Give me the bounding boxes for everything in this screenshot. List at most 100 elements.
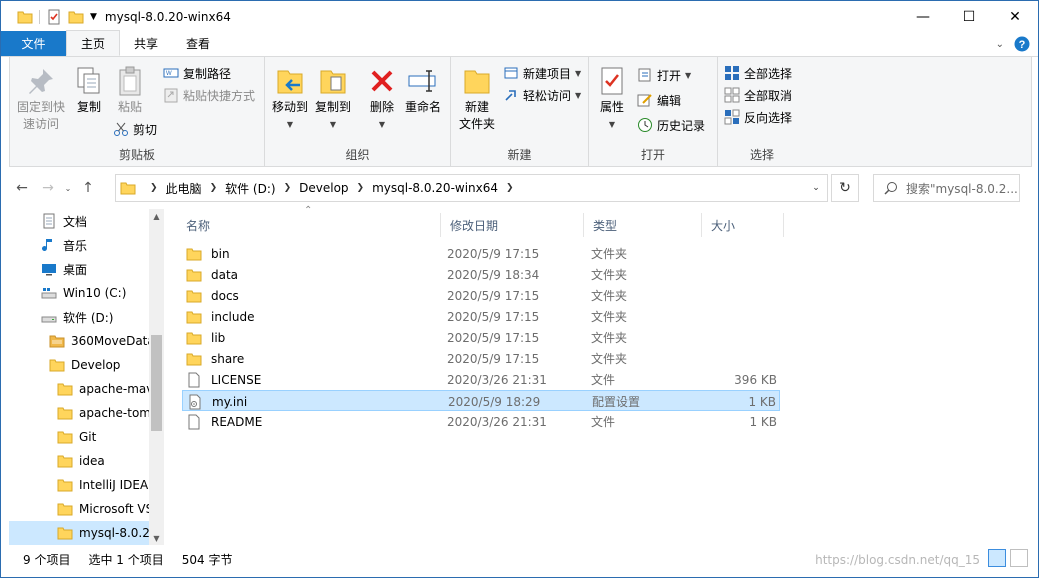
- file-row[interactable]: data 2020/5/9 18:34 文件夹: [182, 264, 780, 285]
- nav-item-drive-d[interactable]: 软件 (D:): [9, 305, 149, 329]
- move-to-button[interactable]: 移动到 ▼: [271, 65, 309, 133]
- back-button[interactable]: ←: [9, 174, 35, 202]
- file-row-selected[interactable]: my.ini 2020/5/9 18:29 配置设置 1 KB: [182, 390, 780, 411]
- breadcrumb-drive-d[interactable]: 软件 (D:) ❯: [225, 180, 299, 197]
- invert-selection-button[interactable]: 反向选择: [724, 107, 792, 127]
- address-bar[interactable]: ❯ 此电脑 ❯ 软件 (D:) ❯ Develop ❯ mysql-8.0.20-wi…: [115, 174, 828, 202]
- scroll-down-icon[interactable]: ▼: [149, 531, 164, 545]
- nav-item-label: Git: [79, 430, 97, 444]
- minimize-button[interactable]: —: [900, 1, 946, 32]
- chevron-down-icon[interactable]: ⌄: [996, 39, 1004, 50]
- up-button[interactable]: ↑: [75, 174, 101, 202]
- chevron-right-icon: ❯: [209, 183, 218, 193]
- nav-item-360movedata[interactable]: 360MoveData: [9, 329, 149, 353]
- file-icon: [188, 372, 200, 387]
- column-header-date[interactable]: 修改日期: [441, 213, 584, 237]
- copy-path-button[interactable]: W 复制路径: [163, 63, 231, 83]
- tab-file[interactable]: 文件: [1, 31, 66, 56]
- file-list: ⌃ 名称 修改日期 类型 大小 bin 2020/5/9 17:15 文件夹 d…: [177, 205, 1032, 545]
- large-icons-view-icon[interactable]: [1010, 549, 1028, 567]
- nav-item-documents[interactable]: 文档: [9, 209, 149, 233]
- tab-view[interactable]: 查看: [172, 31, 224, 56]
- close-button[interactable]: ✕: [992, 1, 1038, 32]
- file-row[interactable]: bin 2020/5/9 17:15 文件夹: [182, 243, 780, 264]
- easy-access-caret-icon: ▼: [575, 90, 582, 100]
- select-all-button[interactable]: 全部选择: [724, 63, 792, 83]
- nav-item-apache-tomcat[interactable]: apache-tomcat: [9, 401, 149, 425]
- properties-icon[interactable]: [46, 9, 62, 25]
- file-type: 文件: [591, 415, 616, 429]
- select-none-button[interactable]: 全部取消: [724, 85, 792, 105]
- select-group: 全部选择 全部取消 反向选择 选择: [718, 57, 806, 167]
- folder-icon: [49, 335, 65, 348]
- file-row[interactable]: include 2020/5/9 17:15 文件夹: [182, 306, 780, 327]
- search-placeholder: 搜索"mysql-8.0.2...: [906, 181, 1018, 196]
- nav-item-label: IntelliJ IDEA: [79, 478, 149, 492]
- cut-button[interactable]: 剪切: [113, 119, 157, 139]
- navigation-pane: 文档 音乐 桌面 Win10 (C:) 软件 (D:) 360MoveData …: [9, 209, 164, 545]
- file-row[interactable]: lib 2020/5/9 17:15 文件夹: [182, 327, 780, 348]
- paste-shortcut-button[interactable]: 粘贴快捷方式: [163, 85, 255, 105]
- edit-button[interactable]: 编辑: [637, 90, 681, 110]
- file-date: 2020/5/9 17:15: [447, 309, 540, 324]
- file-size: 396 KB: [734, 372, 777, 387]
- nav-pane-scrollbar[interactable]: ▲ ▼: [149, 209, 164, 545]
- breadcrumb-mysql[interactable]: mysql-8.0.20-winx64 ❯: [372, 181, 522, 195]
- folder-icon[interactable]: [17, 9, 33, 25]
- tab-share[interactable]: 共享: [120, 31, 172, 56]
- nav-item-intellij-idea[interactable]: IntelliJ IDEA: [9, 473, 149, 497]
- file-row[interactable]: LICENSE 2020/3/26 21:31 文件 396 KB: [182, 369, 780, 390]
- nav-item-apache-maven[interactable]: apache-maven: [9, 377, 149, 401]
- breadcrumb-this-pc[interactable]: 此电脑 ❯: [166, 180, 226, 197]
- nav-item-idea[interactable]: idea: [9, 449, 149, 473]
- new-folder-icon[interactable]: [68, 9, 84, 25]
- folder-icon: [186, 353, 202, 365]
- copy-button[interactable]: 复制: [72, 65, 106, 116]
- drive-c-icon: [41, 288, 57, 299]
- properties-button[interactable]: 属性 ▼: [595, 65, 629, 133]
- customize-caret-icon[interactable]: ▼: [90, 12, 97, 22]
- divider: [39, 9, 40, 24]
- column-header-type[interactable]: 类型: [584, 213, 702, 237]
- pin-quick-access-button[interactable]: 固定到快 速访问: [16, 65, 66, 133]
- file-size: [707, 285, 777, 306]
- recent-locations-button[interactable]: ⌄: [61, 174, 75, 202]
- copy-to-button[interactable]: 复制到 ▼: [314, 65, 352, 133]
- nav-item-git[interactable]: Git: [9, 425, 149, 449]
- paste-button[interactable]: 粘贴: [113, 65, 147, 116]
- nav-item-drive-c[interactable]: Win10 (C:): [9, 281, 149, 305]
- nav-item-microsoft-vs[interactable]: Microsoft VS: [9, 497, 149, 521]
- history-button[interactable]: 历史记录: [637, 115, 705, 135]
- scrollbar-thumb[interactable]: [151, 335, 162, 431]
- open-button[interactable]: 打开 ▼: [637, 65, 691, 85]
- column-header-size[interactable]: 大小: [702, 213, 784, 237]
- nav-item-mysql[interactable]: mysql-8.0.20: [9, 521, 149, 545]
- forward-button[interactable]: →: [35, 174, 61, 202]
- new-item-button[interactable]: 新建项目 ▼: [503, 63, 581, 83]
- file-row[interactable]: share 2020/5/9 17:15 文件夹: [182, 348, 780, 369]
- easy-access-button[interactable]: 轻松访问 ▼: [503, 85, 581, 105]
- breadcrumb-sep[interactable]: ❯: [142, 183, 166, 193]
- rename-button[interactable]: 重命名: [403, 65, 443, 116]
- column-header-name[interactable]: 名称: [177, 213, 441, 237]
- nav-item-develop[interactable]: Develop: [9, 353, 149, 377]
- rename-label: 重命名: [404, 100, 441, 114]
- tab-home[interactable]: 主页: [66, 30, 121, 56]
- search-box[interactable]: 搜索"mysql-8.0.2...: [873, 174, 1020, 202]
- breadcrumb-develop[interactable]: Develop ❯: [299, 181, 372, 195]
- maximize-button[interactable]: ☐: [946, 1, 992, 32]
- nav-item-desktop[interactable]: 桌面: [9, 257, 149, 281]
- help-icon[interactable]: ?: [1014, 36, 1030, 52]
- file-row[interactable]: docs 2020/5/9 17:15 文件夹: [182, 285, 780, 306]
- delete-button[interactable]: 删除 ▼: [365, 65, 399, 133]
- properties-label: 属性: [599, 100, 624, 114]
- navigation-row: ← → ⌄ ↑ ❯ 此电脑 ❯ 软件 (D:) ❯ Develop ❯ mysql-8…: [9, 172, 1032, 204]
- details-view-icon[interactable]: [988, 549, 1006, 567]
- file-row[interactable]: README 2020/3/26 21:31 文件 1 KB: [182, 411, 780, 432]
- nav-item-music[interactable]: 音乐: [9, 233, 149, 257]
- address-history-button[interactable]: ⌄: [805, 175, 827, 201]
- status-selected: 选中 1 个项目: [88, 552, 164, 567]
- refresh-button[interactable]: ↻: [831, 174, 859, 202]
- scroll-up-icon[interactable]: ▲: [149, 209, 164, 223]
- new-folder-button[interactable]: 新建 文件夹: [457, 65, 497, 133]
